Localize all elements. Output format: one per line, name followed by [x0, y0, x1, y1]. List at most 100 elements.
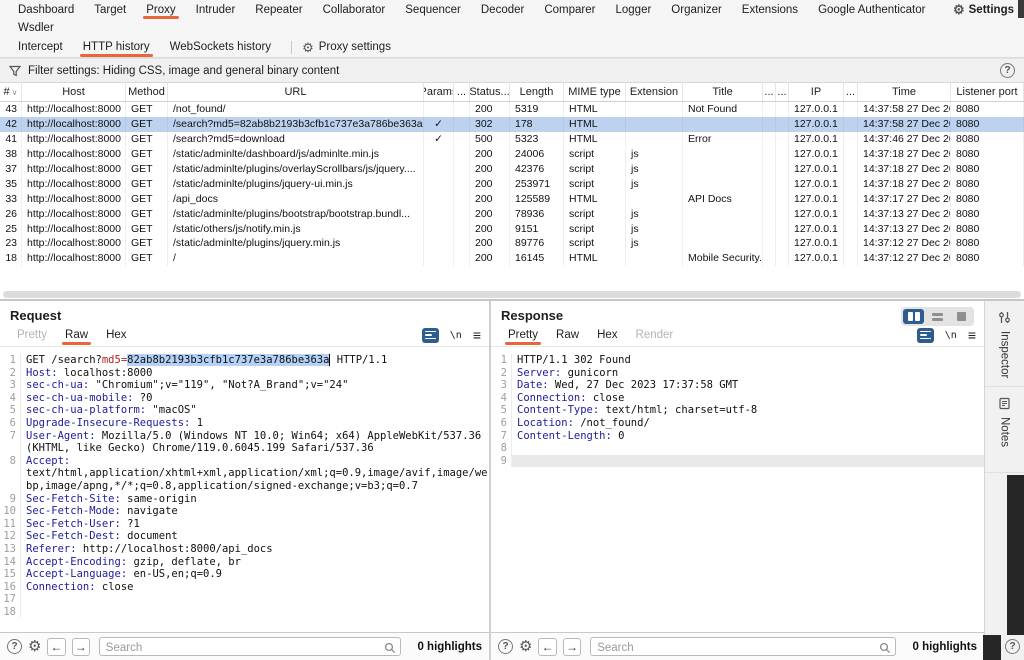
word-wrap-icon[interactable] [422, 328, 439, 343]
table-row[interactable]: 18http://localhost:8000GET/20016145HTMLM… [0, 251, 1024, 266]
column-header-time[interactable]: Time [858, 83, 951, 101]
tab-target[interactable]: Target [84, 2, 136, 18]
column-header-title[interactable]: Title [683, 83, 763, 101]
table-row[interactable]: 41http://localhost:8000GET/search?md5=do… [0, 132, 1024, 147]
tab-collaborator[interactable]: Collaborator [313, 2, 396, 18]
editor-line[interactable]: 4sec-ch-ua-mobile: ?0 [0, 392, 489, 405]
single-pane-layout-icon[interactable] [951, 309, 972, 324]
editor-menu-icon[interactable]: ≡ [473, 327, 481, 343]
settings-button[interactable]: ⚙Settings [953, 3, 1024, 16]
editor-tab-hex[interactable]: Hex [588, 326, 626, 344]
editor-line[interactable]: 3Date: Wed, 27 Dec 2023 17:37:58 GMT [491, 379, 984, 392]
next-match-button[interactable]: → [563, 638, 581, 656]
column-header-listener-port[interactable]: Listener port [951, 83, 1024, 101]
table-row[interactable]: 38http://localhost:8000GET/static/adminl… [0, 147, 1024, 162]
column-header-method[interactable]: Method [126, 83, 168, 101]
inspector-tab[interactable]: Inspector [985, 301, 1024, 387]
column-header-extension[interactable]: Extension [626, 83, 683, 101]
editor-tab-pretty[interactable]: Pretty [8, 326, 56, 344]
editor-line[interactable]: 9 [491, 455, 984, 468]
request-editor[interactable]: 1GET /search?md5=82ab8b2193b3cfb1c737e3a… [0, 354, 489, 632]
editor-line[interactable]: 7Content-Length: 0 [491, 430, 984, 443]
previous-match-button[interactable]: ← [538, 638, 556, 656]
help-icon[interactable]: ? [7, 639, 22, 654]
scrollbar-thumb[interactable] [3, 291, 1021, 298]
tab-extensions[interactable]: Extensions [732, 2, 808, 18]
editor-line[interactable]: 16Connection: close [0, 581, 489, 594]
table-row[interactable]: 43http://localhost:8000GET/not_found/200… [0, 102, 1024, 117]
next-match-button[interactable]: → [72, 638, 90, 656]
editor-line[interactable]: 6Upgrade-Insecure-Requests: 1 [0, 417, 489, 430]
search-input[interactable] [100, 640, 401, 657]
editor-line[interactable]: 10Sec-Fetch-Mode: navigate [0, 505, 489, 518]
tab-comparer[interactable]: Comparer [534, 2, 605, 18]
gear-icon[interactable]: ⚙ [28, 639, 41, 654]
editor-line[interactable]: 1HTTP/1.1 302 Found [491, 354, 984, 367]
tab-proxy[interactable]: Proxy [136, 2, 185, 18]
editor-line[interactable]: 4Connection: close [491, 392, 984, 405]
editor-line[interactable]: 15Accept-Language: en-US,en;q=0.9 [0, 568, 489, 581]
horizontal-scrollbar[interactable] [3, 291, 1021, 298]
column-header-params[interactable]: Params [424, 83, 454, 101]
columns-layout-icon[interactable] [903, 309, 924, 324]
table-row[interactable]: 42http://localhost:8000GET/search?md5=82… [0, 117, 1024, 132]
tab-wsdler[interactable]: Wsdler [8, 20, 64, 36]
column-header--[interactable]: ... [454, 83, 470, 101]
editor-tab-raw[interactable]: Raw [56, 326, 97, 344]
gear-icon[interactable]: ⚙ [519, 639, 532, 654]
column-header-status-[interactable]: Status... [470, 83, 510, 101]
table-row[interactable]: 37http://localhost:8000GET/static/adminl… [0, 162, 1024, 177]
column-header-url[interactable]: URL [168, 83, 424, 101]
editor-line[interactable]: 1GET /search?md5=82ab8b2193b3cfb1c737e3a… [0, 354, 489, 367]
column-header--[interactable]: ... [763, 83, 776, 101]
word-wrap-icon[interactable] [917, 328, 934, 343]
editor-line[interactable]: 18 [0, 606, 489, 619]
help-icon[interactable]: ? [1000, 63, 1015, 78]
column-header-host[interactable]: Host [22, 83, 126, 101]
filter-settings-bar[interactable]: Filter settings: Hiding CSS, image and g… [0, 58, 1024, 83]
sub-tab-intercept[interactable]: Intercept [8, 39, 73, 55]
sub-tab-websockets-history[interactable]: WebSockets history [160, 39, 281, 55]
editor-line[interactable]: 8 [491, 442, 984, 455]
editor-tab-raw[interactable]: Raw [547, 326, 588, 344]
column-header--[interactable]: ... [776, 83, 789, 101]
column-header-ip[interactable]: IP [789, 83, 844, 101]
column-header--[interactable]: ... [844, 83, 858, 101]
search-input[interactable] [591, 640, 895, 657]
response-editor[interactable]: 1HTTP/1.1 302 Found2Server: gunicorn3Dat… [491, 354, 984, 632]
help-icon[interactable]: ? [1005, 639, 1020, 654]
editor-line[interactable]: 17 [0, 593, 489, 606]
editor-line[interactable]: 8Accept: text/html,application/xhtml+xml… [0, 455, 489, 493]
editor-line[interactable]: 2Host: localhost:8000 [0, 367, 489, 380]
editor-line[interactable]: 6Location: /not_found/ [491, 417, 984, 430]
editor-line[interactable]: 7User-Agent: Mozilla/5.0 (Windows NT 10.… [0, 430, 489, 455]
editor-line[interactable]: 12Sec-Fetch-Dest: document [0, 530, 489, 543]
table-row[interactable]: 26http://localhost:8000GET/static/adminl… [0, 206, 1024, 221]
editor-line[interactable]: 5Content-Type: text/html; charset=utf-8 [491, 404, 984, 417]
editor-line[interactable]: 11Sec-Fetch-User: ?1 [0, 518, 489, 531]
proxy-settings-button[interactable]: ⚙ Proxy settings [302, 41, 391, 54]
show-newlines-icon[interactable]: \n [450, 330, 462, 341]
editor-line[interactable]: 5sec-ch-ua-platform: "macOS" [0, 404, 489, 417]
editor-menu-icon[interactable]: ≡ [968, 327, 976, 343]
editor-tab-pretty[interactable]: Pretty [499, 326, 547, 344]
editor-tab-render[interactable]: Render [627, 326, 683, 344]
editor-line[interactable]: 14Accept-Encoding: gzip, deflate, br [0, 556, 489, 569]
column-header-length[interactable]: Length [510, 83, 564, 101]
tab-decoder[interactable]: Decoder [471, 2, 534, 18]
table-row[interactable]: 23http://localhost:8000GET/static/adminl… [0, 236, 1024, 251]
tab-intruder[interactable]: Intruder [186, 2, 246, 18]
tab-sequencer[interactable]: Sequencer [395, 2, 471, 18]
history-table-header[interactable]: #∨HostMethodURLParams...Status...LengthM… [0, 83, 1024, 102]
editor-tab-hex[interactable]: Hex [97, 326, 135, 344]
rows-layout-icon[interactable] [927, 309, 948, 324]
tab-repeater[interactable]: Repeater [245, 2, 312, 18]
editor-line[interactable]: 9Sec-Fetch-Site: same-origin [0, 493, 489, 506]
sub-tab-http-history[interactable]: HTTP history [73, 39, 160, 55]
column-header-mime-type[interactable]: MIME type [564, 83, 626, 101]
editor-line[interactable]: 13Referer: http://localhost:8000/api_doc… [0, 543, 489, 556]
tab-logger[interactable]: Logger [605, 2, 661, 18]
table-row[interactable]: 35http://localhost:8000GET/static/adminl… [0, 176, 1024, 191]
notes-tab[interactable]: Notes [985, 387, 1024, 473]
editor-line[interactable]: 2Server: gunicorn [491, 367, 984, 380]
